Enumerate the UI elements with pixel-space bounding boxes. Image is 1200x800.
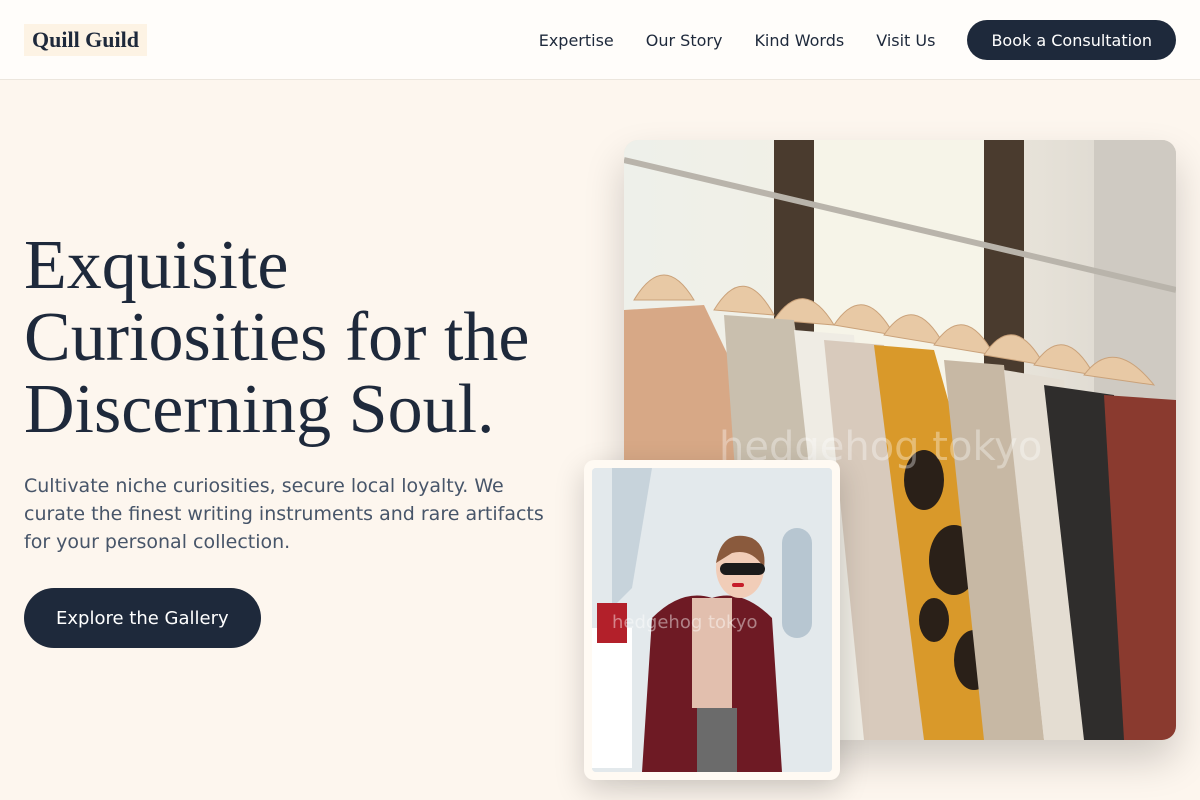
main-nav: Expertise Our Story Kind Words Visit Us …	[539, 20, 1176, 60]
explore-gallery-button[interactable]: Explore the Gallery	[24, 588, 261, 648]
shopper-photo: hedgehog tokyo	[592, 468, 832, 772]
hero-description: Cultivate niche curiosities, secure loca…	[24, 475, 544, 553]
hero-title: Exquisite Curiosities for the Discerning…	[24, 227, 530, 448]
nav-link-our-story[interactable]: Our Story	[646, 31, 723, 50]
logo[interactable]: Quill Guild	[24, 24, 147, 56]
site-header: Quill Guild Expertise Our Story Kind Wor…	[0, 0, 1200, 80]
shopper-illustration: hedgehog tokyo	[592, 468, 832, 772]
nav-link-kind-words[interactable]: Kind Words	[754, 31, 844, 50]
nav-link-visit-us[interactable]: Visit Us	[876, 31, 935, 50]
shopper-photo-frame: hedgehog tokyo	[584, 460, 840, 780]
inset-photo-watermark: hedgehog tokyo	[612, 612, 758, 633]
book-consultation-button[interactable]: Book a Consultation	[967, 20, 1176, 60]
nav-link-expertise[interactable]: Expertise	[539, 31, 614, 50]
